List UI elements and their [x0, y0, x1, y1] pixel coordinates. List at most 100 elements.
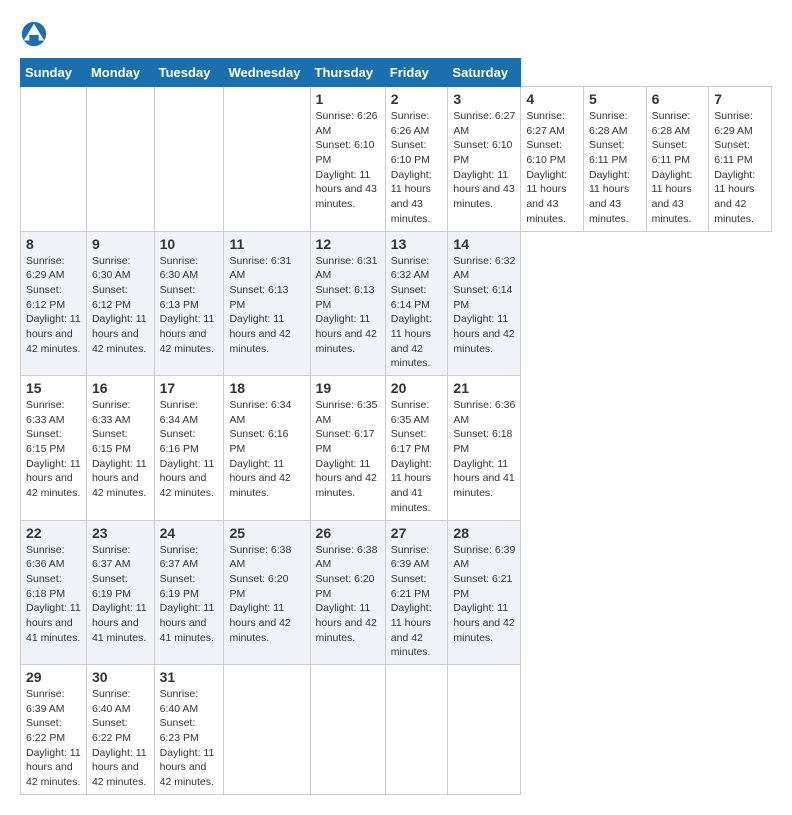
calendar-cell: 13 Sunrise: 6:32 AMSunset: 6:14 PMDayligh… — [385, 231, 448, 376]
calendar-cell — [224, 665, 310, 795]
calendar-cell — [154, 87, 224, 232]
day-number: 16 — [92, 380, 149, 396]
day-number: 2 — [391, 91, 443, 107]
day-number: 9 — [92, 236, 149, 252]
day-number: 22 — [26, 525, 81, 541]
calendar-cell: 20 Sunrise: 6:35 AMSunset: 6:17 PMDayligh… — [385, 376, 448, 521]
day-info: Sunrise: 6:29 AMSunset: 6:12 PMDaylight:… — [26, 254, 81, 357]
weekday-header: Tuesday — [154, 59, 224, 87]
day-info: Sunrise: 6:26 AMSunset: 6:10 PMDaylight:… — [391, 109, 443, 227]
day-number: 10 — [160, 236, 219, 252]
day-number: 31 — [160, 669, 219, 685]
calendar-cell: 15Sunrise: 6:33 AMSunset: 6:15 PMDayligh… — [21, 376, 87, 521]
weekday-header: Friday — [385, 59, 448, 87]
calendar-cell: 8 Sunrise: 6:29 AMSunset: 6:12 PMDaylight… — [21, 231, 87, 376]
calendar-cell: 18 Sunrise: 6:34 AMSunset: 6:16 PMDayligh… — [224, 376, 310, 521]
day-info: Sunrise: 6:35 AMSunset: 6:17 PMDaylight:… — [391, 398, 443, 516]
page-header — [20, 20, 772, 48]
calendar-cell — [385, 665, 448, 795]
weekday-header: Sunday — [21, 59, 87, 87]
calendar-cell: 10 Sunrise: 6:30 AMSunset: 6:13 PMDayligh… — [154, 231, 224, 376]
calendar-cell: 1 Sunrise: 6:26 AMSunset: 6:10 PMDaylight… — [310, 87, 385, 232]
day-info: Sunrise: 6:39 AMSunset: 6:21 PMDaylight:… — [391, 543, 443, 661]
calendar-week-row: 8 Sunrise: 6:29 AMSunset: 6:12 PMDaylight… — [21, 231, 772, 376]
day-info: Sunrise: 6:36 AMSunset: 6:18 PMDaylight:… — [26, 543, 81, 646]
calendar-week-row: 1 Sunrise: 6:26 AMSunset: 6:10 PMDaylight… — [21, 87, 772, 232]
day-number: 13 — [391, 236, 443, 252]
day-number: 23 — [92, 525, 149, 541]
calendar-cell: 6 Sunrise: 6:28 AMSunset: 6:11 PMDaylight… — [646, 87, 709, 232]
day-info: Sunrise: 6:38 AMSunset: 6:20 PMDaylight:… — [316, 543, 380, 646]
day-number: 26 — [316, 525, 380, 541]
day-info: Sunrise: 6:31 AMSunset: 6:13 PMDaylight:… — [316, 254, 380, 357]
day-info: Sunrise: 6:37 AMSunset: 6:19 PMDaylight:… — [160, 543, 219, 646]
day-number: 6 — [652, 91, 704, 107]
day-info: Sunrise: 6:30 AMSunset: 6:13 PMDaylight:… — [160, 254, 219, 357]
calendar-cell: 14Sunrise: 6:32 AMSunset: 6:14 PMDayligh… — [448, 231, 521, 376]
day-number: 18 — [229, 380, 304, 396]
weekday-header: Thursday — [310, 59, 385, 87]
day-number: 15 — [26, 380, 81, 396]
day-info: Sunrise: 6:34 AMSunset: 6:16 PMDaylight:… — [160, 398, 219, 501]
day-number: 4 — [526, 91, 578, 107]
day-info: Sunrise: 6:36 AMSunset: 6:18 PMDaylight:… — [453, 398, 515, 501]
weekday-header: Saturday — [448, 59, 521, 87]
calendar-cell: 28Sunrise: 6:39 AMSunset: 6:21 PMDayligh… — [448, 520, 521, 665]
day-number: 19 — [316, 380, 380, 396]
day-number: 30 — [92, 669, 149, 685]
day-info: Sunrise: 6:32 AMSunset: 6:14 PMDaylight:… — [391, 254, 443, 372]
day-number: 25 — [229, 525, 304, 541]
day-number: 7 — [714, 91, 766, 107]
calendar-cell: 16 Sunrise: 6:33 AMSunset: 6:15 PMDayligh… — [86, 376, 154, 521]
day-info: Sunrise: 6:30 AMSunset: 6:12 PMDaylight:… — [92, 254, 149, 357]
day-number: 24 — [160, 525, 219, 541]
day-number: 29 — [26, 669, 81, 685]
day-info: Sunrise: 6:27 AMSunset: 6:10 PMDaylight:… — [526, 109, 578, 227]
calendar-cell: 25Sunrise: 6:38 AMSunset: 6:20 PMDayligh… — [224, 520, 310, 665]
weekday-header: Wednesday — [224, 59, 310, 87]
day-number: 1 — [316, 91, 380, 107]
day-number: 27 — [391, 525, 443, 541]
calendar-cell — [21, 87, 87, 232]
calendar-cell: 27 Sunrise: 6:39 AMSunset: 6:21 PMDayligh… — [385, 520, 448, 665]
day-number: 5 — [589, 91, 641, 107]
day-info: Sunrise: 6:39 AMSunset: 6:22 PMDaylight:… — [26, 687, 81, 790]
day-number: 20 — [391, 380, 443, 396]
calendar-cell: 30Sunrise: 6:40 AMSunset: 6:22 PMDayligh… — [86, 665, 154, 795]
day-info: Sunrise: 6:26 AMSunset: 6:10 PMDaylight:… — [316, 109, 380, 212]
calendar-cell: 21 Sunrise: 6:36 AMSunset: 6:18 PMDayligh… — [448, 376, 521, 521]
calendar-cell: 4 Sunrise: 6:27 AMSunset: 6:10 PMDaylight… — [521, 87, 584, 232]
day-info: Sunrise: 6:37 AMSunset: 6:19 PMDaylight:… — [92, 543, 149, 646]
calendar-cell: 29 Sunrise: 6:39 AMSunset: 6:22 PMDayligh… — [21, 665, 87, 795]
day-number: 12 — [316, 236, 380, 252]
calendar-cell: 7 Sunrise: 6:29 AMSunset: 6:11 PMDaylight… — [709, 87, 772, 232]
calendar-cell: 19 Sunrise: 6:35 AMSunset: 6:17 PMDayligh… — [310, 376, 385, 521]
calendar-cell: 23 Sunrise: 6:37 AMSunset: 6:19 PMDayligh… — [86, 520, 154, 665]
day-number: 8 — [26, 236, 81, 252]
calendar-cell — [310, 665, 385, 795]
calendar-cell: 31Sunrise: 6:40 AMSunset: 6:23 PMDayligh… — [154, 665, 224, 795]
day-info: Sunrise: 6:34 AMSunset: 6:16 PMDaylight:… — [229, 398, 304, 501]
calendar-cell: 24 Sunrise: 6:37 AMSunset: 6:19 PMDayligh… — [154, 520, 224, 665]
day-number: 17 — [160, 380, 219, 396]
calendar-cell: 3Sunrise: 6:27 AMSunset: 6:10 PMDaylight… — [448, 87, 521, 232]
calendar-cell: 17 Sunrise: 6:34 AMSunset: 6:16 PMDayligh… — [154, 376, 224, 521]
day-info: Sunrise: 6:33 AMSunset: 6:15 PMDaylight:… — [92, 398, 149, 501]
day-info: Sunrise: 6:39 AMSunset: 6:21 PMDaylight:… — [453, 543, 515, 646]
day-info: Sunrise: 6:29 AMSunset: 6:11 PMDaylight:… — [714, 109, 766, 227]
calendar-cell — [86, 87, 154, 232]
calendar-cell: 2 Sunrise: 6:26 AMSunset: 6:10 PMDaylight… — [385, 87, 448, 232]
calendar-cell: 12 Sunrise: 6:31 AMSunset: 6:13 PMDayligh… — [310, 231, 385, 376]
day-info: Sunrise: 6:31 AMSunset: 6:13 PMDaylight:… — [229, 254, 304, 357]
day-info: Sunrise: 6:35 AMSunset: 6:17 PMDaylight:… — [316, 398, 380, 501]
logo — [20, 20, 50, 48]
logo-icon — [20, 20, 48, 48]
day-info: Sunrise: 6:32 AMSunset: 6:14 PMDaylight:… — [453, 254, 515, 357]
day-number: 21 — [453, 380, 515, 396]
day-info: Sunrise: 6:28 AMSunset: 6:11 PMDaylight:… — [589, 109, 641, 227]
day-info: Sunrise: 6:27 AMSunset: 6:10 PMDaylight:… — [453, 109, 515, 212]
calendar-cell — [448, 665, 521, 795]
day-info: Sunrise: 6:28 AMSunset: 6:11 PMDaylight:… — [652, 109, 704, 227]
calendar-week-row: 29 Sunrise: 6:39 AMSunset: 6:22 PMDayligh… — [21, 665, 772, 795]
calendar-cell: 11Sunrise: 6:31 AMSunset: 6:13 PMDayligh… — [224, 231, 310, 376]
